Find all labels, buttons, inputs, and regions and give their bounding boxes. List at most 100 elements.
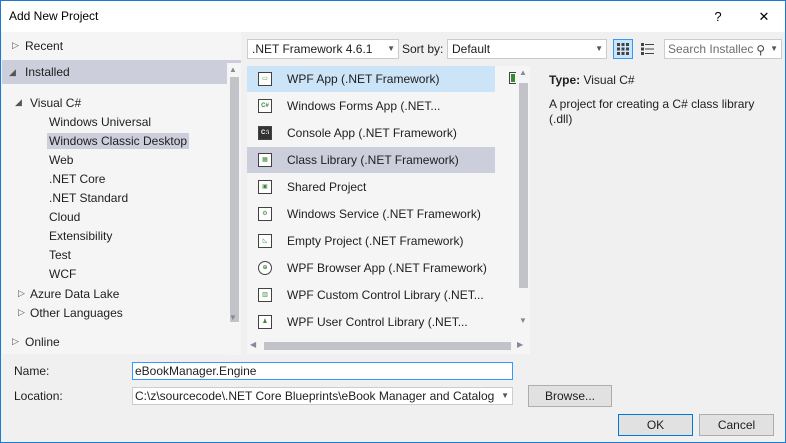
framework-select[interactable]: .NET Framework 4.6.1 ▼ [247,39,399,59]
chevron-down-icon[interactable]: ▼ [595,40,603,58]
category-tree: ▷ Recent ◢ Installed ◢ Visual C# Windows… [2,32,241,354]
shared-project-icon: ▣ [258,180,272,194]
chevron-right-icon[interactable]: ▷ [12,40,19,51]
tree-scrollbar[interactable]: ▲ ▼ [227,63,241,355]
wpf-custom-control-icon: ▥ [258,288,272,302]
tree-item-label: Azure Data Lake [30,286,120,301]
browse-button[interactable]: Browse... [528,385,612,407]
template-description: A project for creating a C# class librar… [549,97,755,126]
chevron-down-icon[interactable]: ▼ [770,40,778,58]
tree-item-cloud[interactable]: Cloud [2,207,228,226]
chevron-down-icon[interactable]: ◢ [9,67,16,78]
type-label: Type: [549,73,581,87]
scrollbar-thumb[interactable] [519,83,528,288]
search-icon[interactable]: ⚲ [756,41,765,58]
type-row: Type: Visual C# [549,73,635,87]
tree-item-online[interactable]: ▷ Online [2,332,228,351]
template-item-wpf-app[interactable]: ▭ WPF App (.NET Framework) [247,66,495,92]
empty-project-icon: ◺ [258,234,272,248]
project-name-input[interactable]: eBookManager.Engine [132,362,513,380]
chevron-right-icon[interactable]: ▷ [18,288,25,299]
tree-item-windows-universal[interactable]: Windows Universal [2,112,228,131]
windows-service-icon: ⚙ [258,207,272,221]
tree-item-label: Windows Universal [49,114,152,129]
scrollbar-thumb[interactable] [264,342,511,350]
help-button[interactable]: ? [701,1,735,32]
chevron-right-icon[interactable]: ▷ [18,307,25,318]
template-item-windows-forms[interactable]: C# Windows Forms App (.NET... [247,93,495,119]
name-label: Name: [14,364,50,378]
template-item-console-app[interactable]: C:\ Console App (.NET Framework) [247,120,495,146]
template-item-empty-project[interactable]: ◺ Empty Project (.NET Framework) [247,228,495,254]
template-name: Windows Service (.NET Framework) [287,207,481,221]
tree-item-label: .NET Standard [49,190,129,205]
location-select[interactable]: C:\z\sourcecode\.NET Core Blueprints\eBo… [132,387,513,405]
winforms-icon: C# [258,99,272,113]
tree-item-label: .NET Core [49,171,106,186]
scroll-left-icon[interactable]: ◀ [250,340,256,349]
wpf-browser-icon: ⊕ [258,261,272,275]
scroll-right-icon[interactable]: ▶ [517,340,523,349]
tree-item-label: Recent [25,38,64,53]
tree-item-label: Visual C# [30,95,82,110]
tree-item-visual-csharp[interactable]: ◢ Visual C# [2,93,228,112]
framework-select-value: .NET Framework 4.6.1 [252,42,373,56]
wpf-app-icon: ▭ [258,72,272,86]
chevron-right-icon[interactable]: ▷ [12,336,19,347]
class-library-icon: ▦ [258,153,272,167]
tree-item-net-standard[interactable]: .NET Standard [2,188,228,207]
template-name: Class Library (.NET Framework) [287,153,459,167]
scrollbar-thumb[interactable] [230,77,239,322]
tree-item-windows-classic-desktop[interactable]: Windows Classic Desktop [2,131,228,150]
tree-item-extensibility[interactable]: Extensibility [2,226,228,245]
title-bar: Add New Project ? ✕ [1,1,785,32]
scroll-down-icon[interactable]: ▼ [519,316,527,325]
search-input[interactable]: Search Installec ⚲ ▼ [664,39,782,59]
template-item-class-library[interactable]: ▦ Class Library (.NET Framework) [247,147,495,173]
tree-item-wcf[interactable]: WCF [2,264,228,283]
console-icon: C:\ [258,126,272,140]
chevron-down-icon[interactable]: ◢ [15,97,22,108]
template-name: WPF Browser App (.NET Framework) [287,261,487,275]
list-view-button[interactable] [637,39,657,59]
tree-item-label: WCF [49,266,77,281]
template-name: Console App (.NET Framework) [287,126,457,140]
project-name-value: eBookManager.Engine [135,364,257,378]
tree-item-label: Test [49,247,72,262]
template-name: WPF User Control Library (.NET... [287,315,468,329]
tree-item-label: Windows Classic Desktop [47,132,190,149]
tree-item-label: Cloud [49,209,81,224]
tree-item-label: Installed [25,65,70,79]
template-name: WPF App (.NET Framework) [287,72,440,86]
small-icons-view-button[interactable] [613,39,633,59]
tree-item-installed[interactable]: ◢ Installed [2,60,241,84]
cancel-button[interactable]: Cancel [699,414,774,436]
template-name: Empty Project (.NET Framework) [287,234,464,248]
tree-item-net-core[interactable]: .NET Core [2,169,228,188]
scroll-up-icon[interactable]: ▲ [229,65,237,74]
list-view-icon [640,43,654,55]
chevron-down-icon[interactable]: ▼ [387,40,395,58]
template-vscrollbar[interactable]: ▲ ▼ [516,66,530,338]
scroll-down-icon[interactable]: ▼ [229,313,237,322]
template-item-windows-service[interactable]: ⚙ Windows Service (.NET Framework) [247,201,495,227]
scroll-up-icon[interactable]: ▲ [519,68,527,77]
tree-item-label: Web [49,152,74,167]
template-hscrollbar[interactable]: ◀ ▶ [247,338,530,354]
tree-item-azure-data-lake[interactable]: ▷ Azure Data Lake [2,284,228,303]
template-item-wpf-browser[interactable]: ⊕ WPF Browser App (.NET Framework) [247,255,495,281]
tree-item-recent[interactable]: ▷ Recent [2,36,228,55]
tree-item-web[interactable]: Web [2,150,228,169]
template-item-wpf-user-control[interactable]: ♟ WPF User Control Library (.NET... [247,309,495,335]
close-button[interactable]: ✕ [747,1,781,32]
tree-item-other-languages[interactable]: ▷ Other Languages [2,303,228,322]
template-item-wpf-custom-control[interactable]: ▥ WPF Custom Control Library (.NET... [247,282,495,308]
search-placeholder: Search Installec [668,42,754,56]
sort-select-value: Default [452,42,491,56]
chevron-down-icon[interactable]: ▼ [501,388,509,404]
template-item-shared-project[interactable]: ▣ Shared Project [247,174,495,200]
tree-item-label: Online [25,334,60,349]
ok-button[interactable]: OK [618,414,693,436]
sort-select[interactable]: Default ▼ [447,39,607,59]
tree-item-test[interactable]: Test [2,245,228,264]
